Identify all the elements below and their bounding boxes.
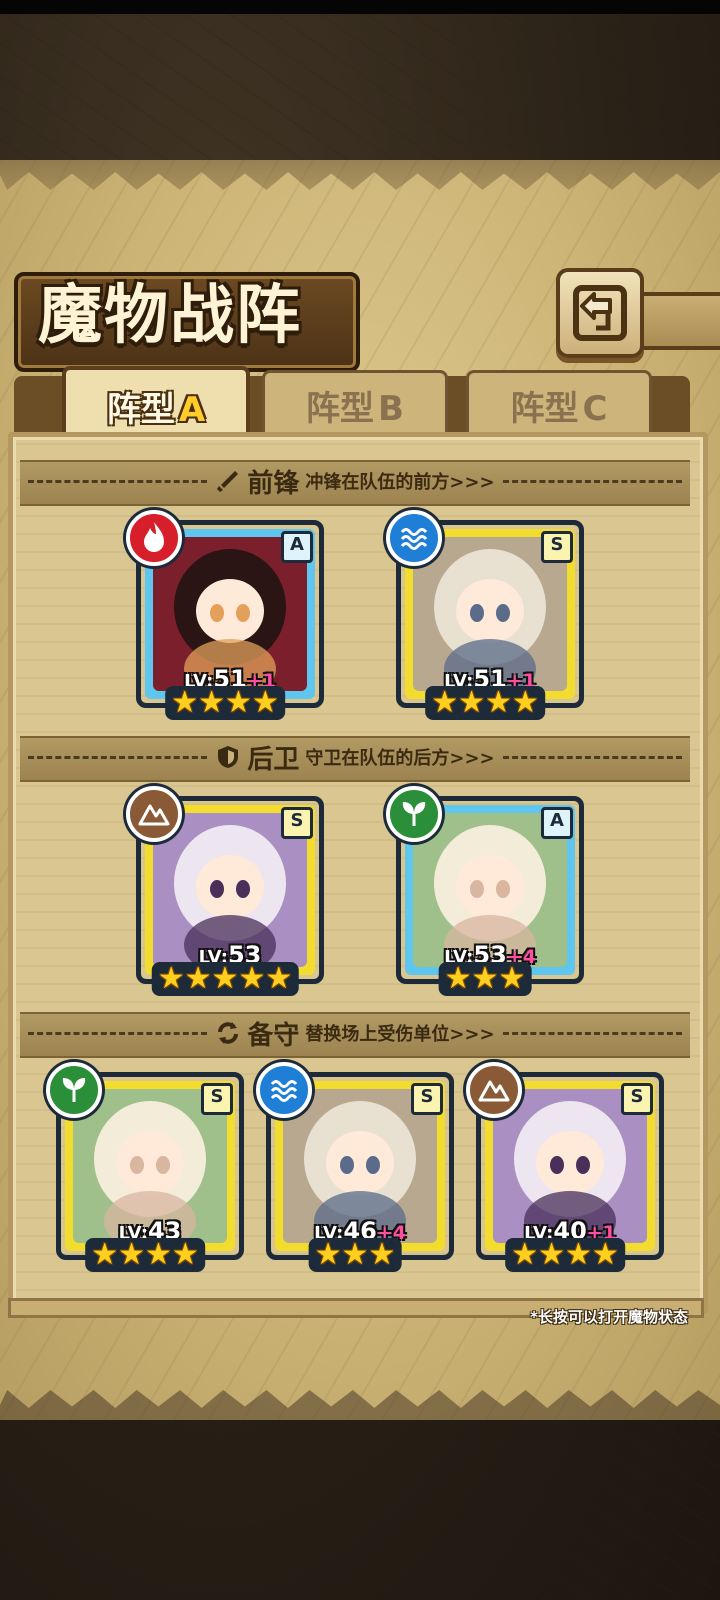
- star-icon: ★: [251, 685, 279, 720]
- star-rating: ★ ★ ★ ★ ★: [151, 961, 299, 996]
- star-icon: ★: [591, 1237, 619, 1272]
- rarity-grade-badge: S: [281, 807, 313, 839]
- star-icon: ★: [198, 685, 225, 720]
- front-section-title: 前锋: [247, 468, 300, 499]
- rarity-grade-badge: A: [541, 807, 573, 839]
- rarity-grade-badge: A: [281, 531, 313, 563]
- swap-icon: [218, 1022, 239, 1044]
- divider: [28, 755, 208, 759]
- divider: [502, 755, 683, 759]
- fire-element-icon: [126, 510, 182, 566]
- background-shade-top: [0, 14, 720, 164]
- rear-section-header: 后卫 守卫在队伍的后方>>>: [20, 736, 690, 778]
- star-rating: ★ ★ ★: [438, 961, 532, 996]
- earth-element-icon: [466, 1062, 522, 1118]
- tab-formation-b-prefix: 阵型: [306, 388, 375, 429]
- tab-formation-c-letter: C: [582, 388, 608, 429]
- star-icon: ★: [498, 961, 526, 996]
- status-bar: [0, 0, 720, 14]
- front-section-header: 前锋 冲锋在队伍的前方>>>: [20, 460, 690, 502]
- star-rating: ★ ★ ★ ★: [165, 686, 285, 720]
- star-icon: ★: [485, 685, 512, 720]
- tab-formation-b[interactable]: 阵型 B: [262, 370, 448, 440]
- star-icon: ★: [431, 685, 459, 720]
- rarity-grade-badge: S: [621, 1083, 653, 1115]
- star-icon: ★: [444, 961, 472, 996]
- sword-icon: [217, 471, 239, 492]
- divider: [502, 479, 683, 483]
- return-arrow-icon: [573, 285, 627, 341]
- reserve-section-desc: 替换场上受伤单位>>>: [305, 1024, 495, 1045]
- water-element-icon: [256, 1062, 312, 1118]
- rarity-grade-badge: S: [411, 1083, 443, 1115]
- star-icon: ★: [511, 685, 539, 720]
- star-rating: ★ ★ ★: [308, 1237, 402, 1272]
- star-icon: ★: [458, 685, 485, 720]
- background-shade-bottom: [0, 1420, 720, 1600]
- shield-icon: [218, 746, 239, 768]
- divider: [28, 479, 208, 483]
- rarity-grade-badge: S: [201, 1083, 233, 1115]
- wood-element-icon: [46, 1062, 102, 1118]
- reserve-section-title: 备守: [247, 1020, 300, 1051]
- star-icon: ★: [225, 685, 252, 720]
- star-icon: ★: [341, 1237, 369, 1272]
- divider: [502, 1031, 683, 1035]
- star-icon: ★: [368, 1237, 396, 1272]
- star-icon: ★: [511, 1237, 539, 1272]
- tab-formation-b-letter: B: [378, 388, 404, 429]
- rarity-grade-badge: S: [541, 531, 573, 563]
- star-icon: ★: [211, 961, 239, 996]
- star-icon: ★: [565, 1237, 592, 1272]
- back-button-arm: [636, 292, 720, 350]
- star-icon: ★: [145, 1237, 172, 1272]
- star-icon: ★: [538, 1237, 565, 1272]
- star-icon: ★: [265, 961, 293, 996]
- tab-formation-a-prefix: 阵型: [106, 389, 175, 430]
- star-rating: ★ ★ ★ ★: [425, 686, 545, 720]
- earth-element-icon: [126, 786, 182, 842]
- star-icon: ★: [91, 1237, 119, 1272]
- front-section-desc: 冲锋在队伍的前方>>>: [305, 472, 495, 493]
- tab-formation-a-letter: A: [178, 389, 206, 430]
- star-icon: ★: [238, 961, 266, 996]
- tab-formation-c[interactable]: 阵型 C: [466, 370, 652, 440]
- water-element-icon: [386, 510, 442, 566]
- page-title: 魔物战阵: [38, 278, 302, 353]
- star-icon: ★: [314, 1237, 342, 1272]
- wood-element-icon: [386, 786, 442, 842]
- star-rating: ★ ★ ★ ★: [505, 1238, 625, 1272]
- star-icon: ★: [471, 961, 499, 996]
- long-press-hint: *长按可以打开魔物状态: [530, 1308, 688, 1326]
- tab-formation-c-prefix: 阵型: [510, 388, 579, 429]
- star-icon: ★: [171, 685, 199, 720]
- star-icon: ★: [118, 1237, 145, 1272]
- star-icon: ★: [157, 961, 185, 996]
- star-rating: ★ ★ ★ ★: [85, 1238, 205, 1272]
- star-icon: ★: [184, 961, 212, 996]
- divider: [28, 1031, 208, 1035]
- star-icon: ★: [171, 1237, 199, 1272]
- tab-formation-a[interactable]: 阵型 A: [62, 366, 250, 442]
- rear-section-desc: 守卫在队伍的后方>>>: [305, 748, 495, 769]
- back-button[interactable]: [556, 268, 644, 358]
- reserve-section-header: 备守 替换场上受伤单位>>>: [20, 1012, 690, 1054]
- rear-section-title: 后卫: [247, 744, 300, 775]
